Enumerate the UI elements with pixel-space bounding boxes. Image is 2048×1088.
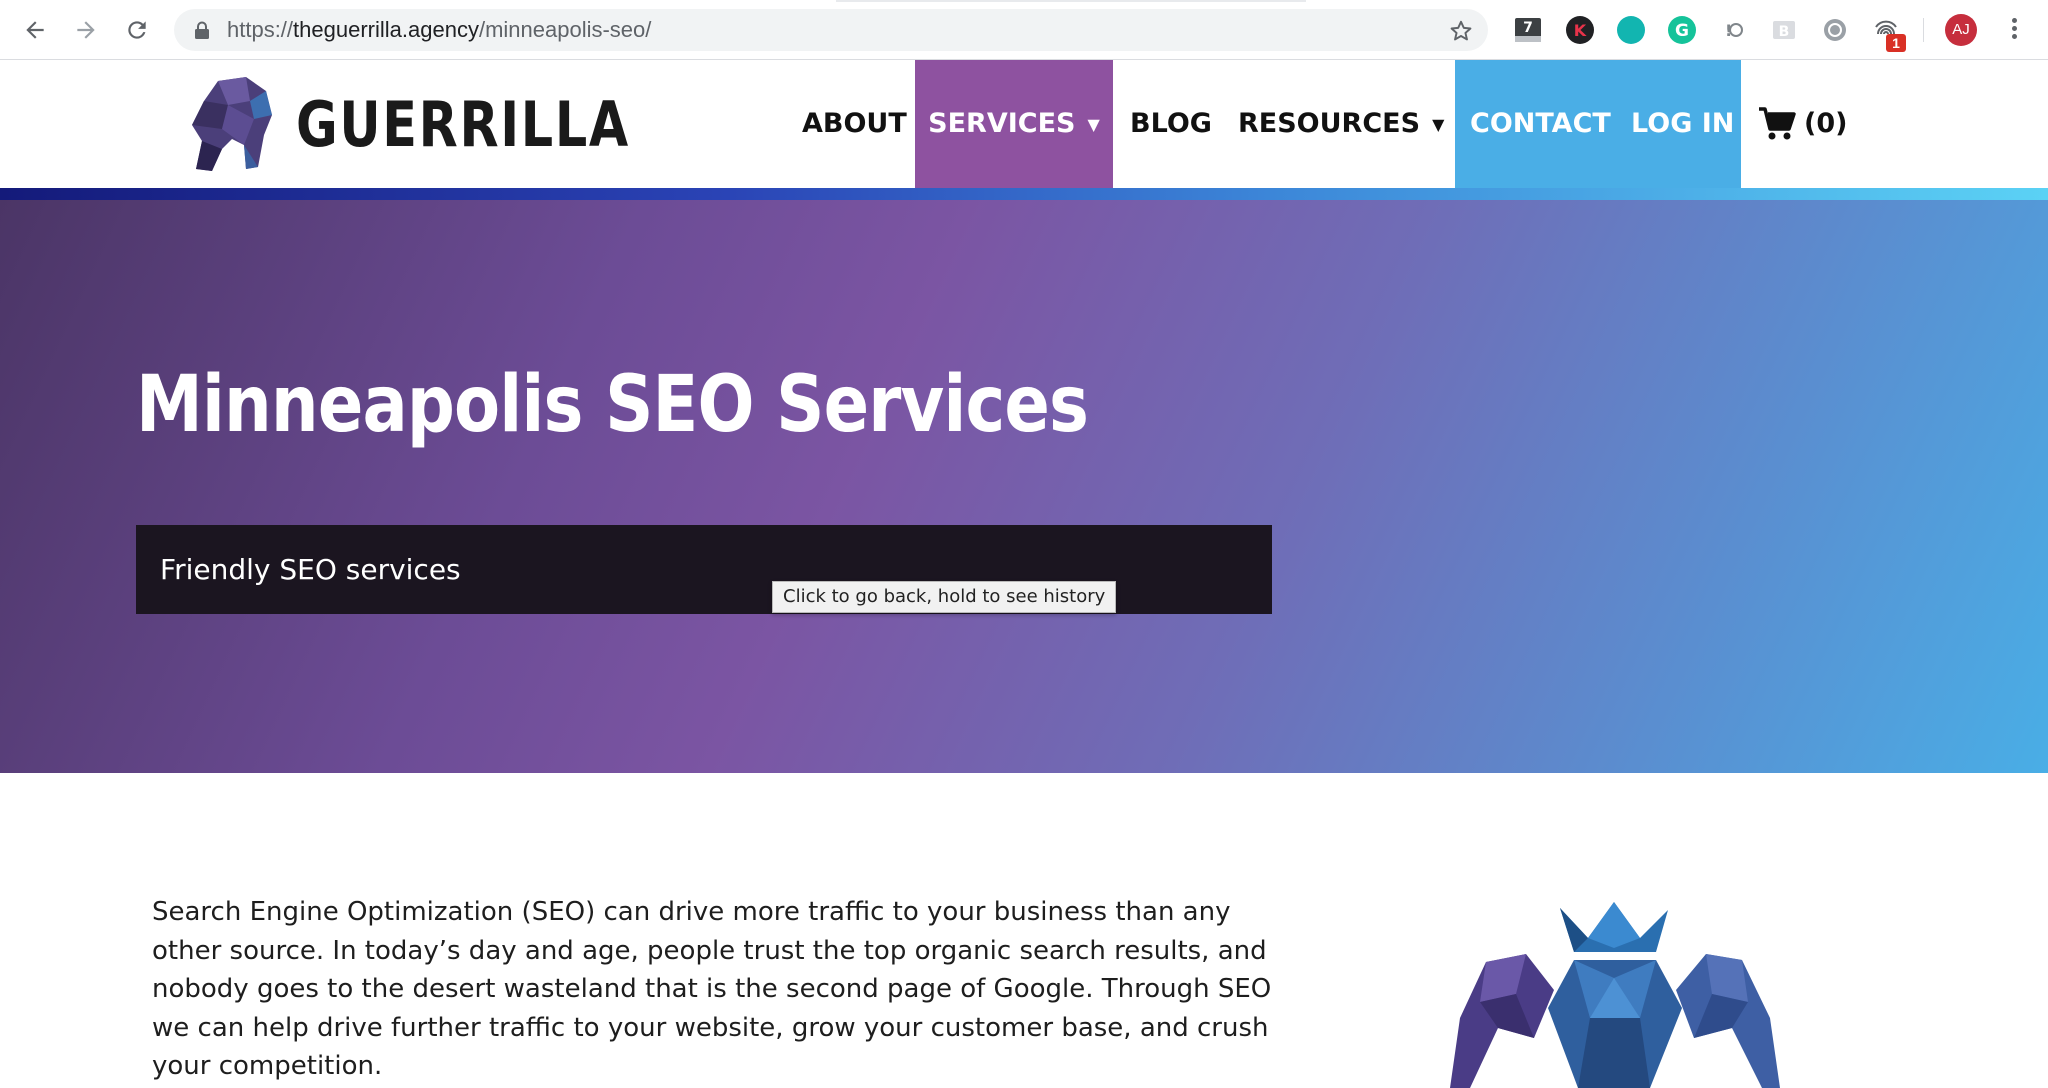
extension-globe-icon[interactable] <box>1821 16 1849 44</box>
extension-k-icon[interactable]: K <box>1566 16 1594 44</box>
grammarly-extension-icon[interactable]: G <box>1668 16 1696 44</box>
caret-down-icon: ▼ <box>1432 114 1445 134</box>
nav-services[interactable]: SERVICES ▼ <box>915 60 1113 188</box>
browser-toolbar: https://theguerrilla.agency/minneapolis-… <box>0 0 2048 60</box>
browser-menu-icon[interactable] <box>2002 16 2026 44</box>
svg-text:7: 7 <box>1523 20 1533 36</box>
svg-text:!: ! <box>1725 21 1732 40</box>
cart-count[interactable]: (0) <box>1804 60 1847 188</box>
svg-text:B: B <box>1779 24 1790 40</box>
svg-text:K: K <box>1574 21 1587 40</box>
reload-button[interactable] <box>119 12 155 48</box>
hero-banner: Minneapolis SEO Services Friendly SEO se… <box>0 200 2048 773</box>
extension-teal-icon[interactable] <box>1617 16 1645 44</box>
tab-strip-edge <box>836 0 1306 2</box>
nav-services-label: SERVICES <box>928 108 1076 139</box>
url-text: https://theguerrilla.agency/minneapolis-… <box>227 17 652 42</box>
site-header: GUERRILLA ABOUT SERVICES ▼ BLOG RESOURCES… <box>0 60 2048 188</box>
nav-resources[interactable]: RESOURCES ▼ <box>1238 60 1444 188</box>
gorilla-king-mascot-icon <box>1450 902 1780 1088</box>
cart-icon[interactable] <box>1758 106 1796 142</box>
star-icon[interactable] <box>1448 18 1474 44</box>
profile-avatar[interactable]: AJ <box>1945 14 1977 46</box>
address-bar[interactable]: https://theguerrilla.agency/minneapolis-… <box>174 9 1488 51</box>
toolbar-separator <box>1923 18 1924 42</box>
site-logo[interactable]: GUERRILLA <box>188 74 703 174</box>
back-button-tooltip: Click to go back, hold to see history <box>772 581 1117 613</box>
nav-login[interactable]: LOG IN <box>1631 60 1734 188</box>
nav-contact[interactable]: CONTACT <box>1470 60 1611 188</box>
nav-about[interactable]: ABOUT <box>802 60 907 188</box>
tagline-text: Friendly SEO services <box>160 553 461 586</box>
extension-seven-icon[interactable]: 7 <box>1514 16 1542 44</box>
nav-resources-label: RESOURCES <box>1238 108 1421 139</box>
page-title: Minneapolis SEO Services <box>136 360 1089 450</box>
back-button[interactable] <box>17 12 53 48</box>
gorilla-logo-icon <box>192 77 272 171</box>
lock-icon <box>195 21 209 39</box>
extension-b-icon[interactable]: B <box>1770 16 1798 44</box>
svg-text:G: G <box>1675 21 1689 41</box>
forward-arrow-icon <box>77 21 95 39</box>
caret-down-icon: ▼ <box>1087 114 1100 134</box>
extension-hands-icon[interactable]: ! <box>1719 16 1747 44</box>
header-gradient-stripe <box>0 188 2048 200</box>
intro-paragraph: Search Engine Optimization (SEO) can dri… <box>152 897 1272 1081</box>
logo-wordmark: GUERRILLA <box>296 87 630 161</box>
nav-blog[interactable]: BLOG <box>1130 60 1212 188</box>
forward-button[interactable] <box>68 12 104 48</box>
reload-icon <box>128 21 146 39</box>
extension-notification-badge: 1 <box>1886 34 1906 52</box>
back-arrow-icon <box>26 21 44 39</box>
